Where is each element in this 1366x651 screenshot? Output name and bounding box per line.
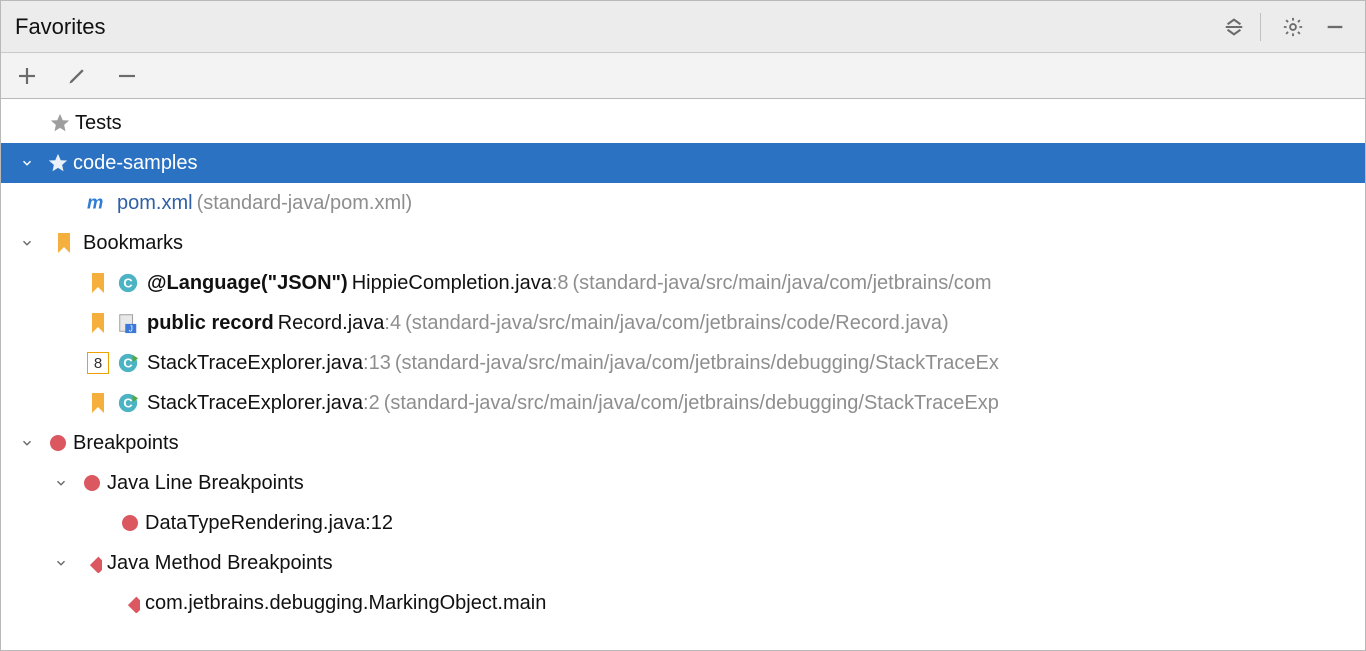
bookmark-item[interactable]: 8 C StackTraceExplorer.java:13 (standard… bbox=[1, 343, 1365, 383]
minimize-icon[interactable] bbox=[1319, 11, 1351, 43]
line-number: :4 bbox=[384, 312, 401, 335]
file-path: (standard-java/src/main/java/com/jetbrai… bbox=[384, 392, 999, 415]
tree-label: code-samples bbox=[73, 152, 198, 175]
breakpoint-icon bbox=[47, 432, 69, 454]
panel-header: Favorites bbox=[1, 1, 1365, 53]
star-icon bbox=[49, 112, 71, 134]
bookmark-item[interactable]: J public record Record.java:4 (standard-… bbox=[1, 303, 1365, 343]
bookmark-icon bbox=[87, 272, 109, 294]
breakpoint-label: DataTypeRendering.java:12 bbox=[145, 512, 393, 535]
line-number: :13 bbox=[363, 352, 391, 375]
bookmark-icon bbox=[87, 312, 109, 334]
tree-label: Tests bbox=[75, 112, 122, 135]
svg-text:J: J bbox=[129, 324, 133, 333]
bookmark-mnemonic: 8 bbox=[87, 352, 109, 374]
bookmark-text: @Language("JSON") bbox=[147, 272, 348, 295]
breakpoint-label: com.jetbrains.debugging.MarkingObject.ma… bbox=[145, 592, 546, 615]
maven-icon: m bbox=[87, 192, 109, 214]
add-button[interactable] bbox=[13, 62, 41, 90]
tree-item-tests[interactable]: Tests bbox=[1, 103, 1365, 143]
tree-label: Bookmarks bbox=[83, 232, 183, 255]
edit-button[interactable] bbox=[63, 62, 91, 90]
chevron-down-icon[interactable] bbox=[51, 553, 71, 573]
bookmark-item[interactable]: C StackTraceExplorer.java:2 (standard-ja… bbox=[1, 383, 1365, 423]
breakpoint-item[interactable]: DataTypeRendering.java:12 bbox=[1, 503, 1365, 543]
line-number: :8 bbox=[552, 272, 569, 295]
tree-item-bookmarks[interactable]: Bookmarks bbox=[1, 223, 1365, 263]
remove-button[interactable] bbox=[113, 62, 141, 90]
class-run-icon: C bbox=[117, 352, 139, 374]
chevron-down-icon[interactable] bbox=[17, 233, 37, 253]
gear-icon[interactable] bbox=[1277, 11, 1309, 43]
method-breakpoint-icon bbox=[81, 552, 103, 574]
panel-title: Favorites bbox=[15, 14, 105, 40]
toolbar bbox=[1, 53, 1365, 99]
chevron-down-icon[interactable] bbox=[51, 473, 71, 493]
chevron-down-icon[interactable] bbox=[17, 153, 37, 173]
file-name: StackTraceExplorer.java bbox=[147, 392, 363, 415]
tree-item-breakpoints[interactable]: Breakpoints bbox=[1, 423, 1365, 463]
file-path: (standard-java/src/main/java/com/jetbrai… bbox=[395, 352, 999, 375]
svg-text:m: m bbox=[87, 192, 103, 213]
tree-item-code-samples[interactable]: code-samples bbox=[1, 143, 1365, 183]
tree-item-line-breakpoints[interactable]: Java Line Breakpoints bbox=[1, 463, 1365, 503]
bookmark-item[interactable]: C @Language("JSON") HippieCompletion.jav… bbox=[1, 263, 1365, 303]
collapse-all-icon[interactable] bbox=[1218, 11, 1250, 43]
file-path: (standard-java/src/main/java/com/jetbrai… bbox=[405, 312, 949, 335]
file-name: Record.java bbox=[278, 312, 385, 335]
tree-label: Java Method Breakpoints bbox=[107, 552, 333, 575]
svg-text:C: C bbox=[123, 356, 132, 371]
tree-item-method-breakpoints[interactable]: Java Method Breakpoints bbox=[1, 543, 1365, 583]
tree-label: Java Line Breakpoints bbox=[107, 472, 304, 495]
class-icon: C bbox=[117, 272, 139, 294]
breakpoint-icon bbox=[119, 512, 141, 534]
class-run-icon: C bbox=[117, 392, 139, 414]
breakpoint-item[interactable]: com.jetbrains.debugging.MarkingObject.ma… bbox=[1, 583, 1365, 623]
separator bbox=[1260, 13, 1261, 41]
breakpoint-icon bbox=[81, 472, 103, 494]
file-name: pom.xml bbox=[117, 192, 193, 215]
bookmark-icon bbox=[53, 232, 75, 254]
file-name: StackTraceExplorer.java bbox=[147, 352, 363, 375]
svg-text:C: C bbox=[123, 276, 132, 291]
favorites-tree: Tests code-samples m pom.xml (standard-j… bbox=[1, 99, 1365, 623]
chevron-down-icon[interactable] bbox=[17, 433, 37, 453]
java-file-icon: J bbox=[117, 312, 139, 334]
star-icon bbox=[47, 152, 69, 174]
file-path: (standard-java/src/main/java/com/jetbrai… bbox=[573, 272, 992, 295]
file-name: HippieCompletion.java bbox=[352, 272, 552, 295]
svg-text:C: C bbox=[123, 396, 132, 411]
bookmark-text: public record bbox=[147, 312, 274, 335]
method-breakpoint-icon bbox=[119, 592, 141, 614]
file-path: (standard-java/pom.xml) bbox=[197, 192, 413, 215]
bookmark-icon bbox=[87, 392, 109, 414]
line-number: :2 bbox=[363, 392, 380, 415]
tree-item-pom[interactable]: m pom.xml (standard-java/pom.xml) bbox=[1, 183, 1365, 223]
tree-label: Breakpoints bbox=[73, 432, 179, 455]
